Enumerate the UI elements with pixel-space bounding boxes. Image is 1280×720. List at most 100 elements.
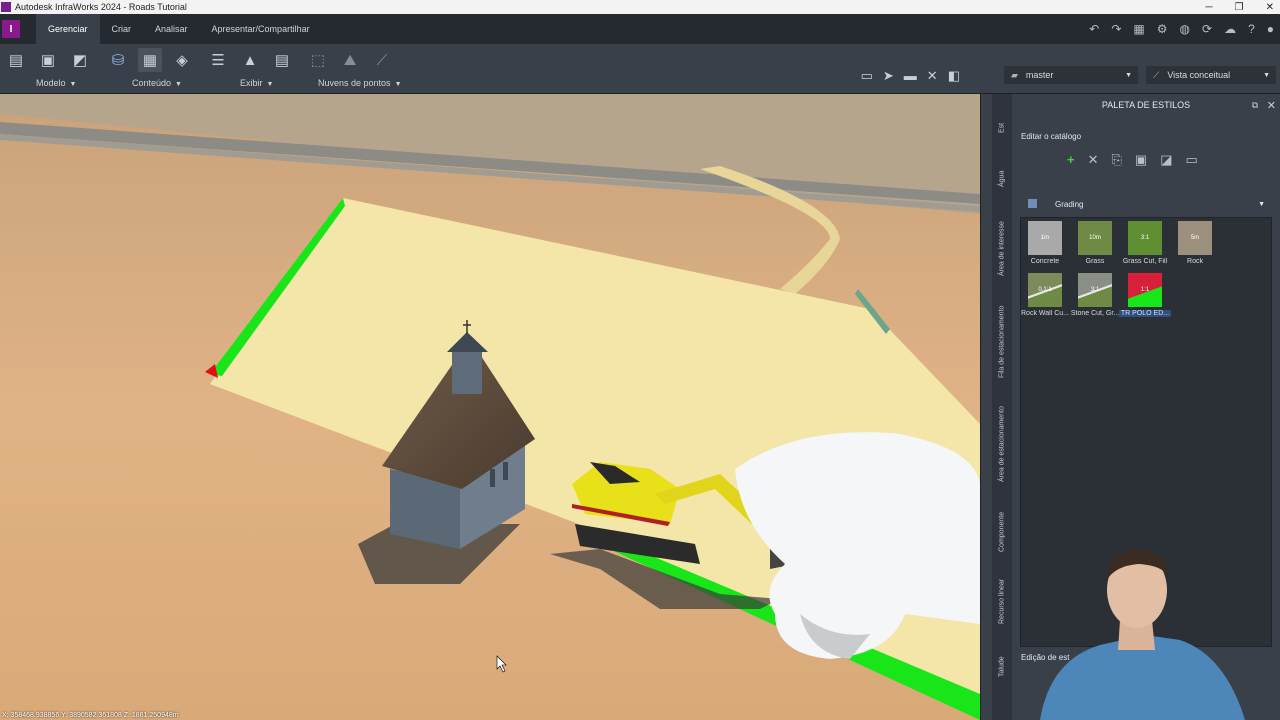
view-presentation-icon[interactable]: ▭ [861,68,873,84]
style-swatch[interactable]: 5m [1178,221,1212,255]
tab-criar[interactable]: Criar [100,14,144,44]
proposal-icon: ▰ [1011,69,1018,80]
measure-icon[interactable]: ▬ [904,68,917,84]
model-data-icon[interactable]: ▤ [4,48,28,72]
edit-catalog-heading: Editar o catálogo [1021,132,1082,141]
delete-style-icon[interactable]: ✕ [1088,152,1099,168]
group-exibir-label: Exibir [240,78,263,88]
ribbon-tab-bar: I Gerenciar Criar Analisar Apresentar/Co… [0,14,1280,44]
style-swatch[interactable]: 3:1 [1078,273,1112,307]
undock-icon[interactable]: ⧉ [1252,100,1258,111]
add-style-icon[interactable]: + [1067,152,1075,168]
restore-button[interactable]: ❐ [1235,2,1244,13]
tab-analisar[interactable]: Analisar [143,14,200,44]
presenter-webcam [1020,540,1280,720]
style-category-icon [1028,199,1037,208]
style-swatch-tag: 10m [1089,235,1101,241]
side-tab-area-de-estacionamento[interactable]: Área de estacionamento [992,399,1012,489]
proposal-dropdown[interactable]: ▰ master ▼ [1004,66,1138,84]
style-swatch-tag: 3:1 [1090,287,1100,293]
side-tab-componente[interactable]: Componente [992,506,1012,558]
palette-splitter[interactable] [980,94,992,720]
group-modelo-label: Modelo [36,78,66,88]
style-swatch-tag: 1:1 [1140,287,1150,293]
style-swatch-tag: 0.1:1 [1038,287,1052,293]
point-cloud-create-icon[interactable]: ⬚ [306,48,330,72]
chevron-down-icon: ▼ [1125,71,1132,79]
infraworks-logo-button[interactable]: I [2,20,20,38]
ribbon-panel: ▤ ▣ ◩ Modelo ▼ ⛁ ▦ ◈ Conteúdo ▼ ☰ ▲ ▤ Exib… [0,44,1280,94]
redo-icon[interactable]: ↷ [1111,22,1121,36]
chevron-down-icon: ▼ [266,81,274,88]
settings-gear-icon[interactable]: ⚙ [1157,22,1168,36]
window-title: Autodesk InfraWorks 2024 - Roads Tutoria… [15,2,187,12]
crosshair-icon[interactable]: ✕ [927,68,938,84]
side-tab-area-de-interesse[interactable]: Área de interesse [992,214,1012,284]
list-view-icon[interactable]: ▤ [270,48,294,72]
side-tab-fila-de-estacionamento[interactable]: Fila de estacionamento [992,299,1012,384]
group-exibir[interactable]: Exibir ▼ [240,78,273,88]
style-swatch-label: TR POLO ED... [1119,310,1171,317]
style-category-dropdown[interactable]: Grading ▼ [1049,195,1269,213]
style-swatch[interactable]: 1:1 [1128,273,1162,307]
point-cloud-extract-icon[interactable]: ⟋ [370,48,394,72]
import-style-icon[interactable]: ◪ [1160,152,1172,168]
model-builder-icon[interactable]: ◈ [170,48,194,72]
scene-render [0,94,980,720]
side-tab-est[interactable]: Est [992,118,1012,138]
3d-viewport[interactable]: X: 358468.938856 Y: 3890582.361808 Z: 18… [0,94,980,720]
group-conteudo[interactable]: Conteúdo ▼ [132,78,182,88]
style-swatch-label: Grass [1085,258,1105,265]
group-modelo[interactable]: Modelo ▼ [36,78,76,88]
palette-header: PALETA DE ESTILOS ⧉ ✕ [1012,94,1280,116]
save-style-icon[interactable]: ▣ [1135,152,1147,168]
side-tab-agua[interactable]: Água [992,164,1012,194]
section-icon[interactable]: ◧ [948,68,960,84]
close-icon[interactable]: ✕ [1267,99,1276,112]
style-swatch[interactable]: 3:1 [1128,221,1162,255]
side-tab-recurso-linear[interactable]: Recurso linear [992,574,1012,629]
chevron-down-icon: ▼ [1263,71,1270,79]
select-cursor-icon[interactable]: ➤ [883,68,894,84]
chevron-down-icon: ▼ [1258,200,1265,208]
sync-icon[interactable]: ⟳ [1202,22,1212,36]
globe-icon[interactable]: ◍ [1180,22,1190,36]
side-tab-talude[interactable]: Talude [992,652,1012,682]
tab-gerenciar[interactable]: Gerenciar [36,14,100,44]
bell-tower [452,349,482,394]
group-nuvens-label: Nuvens de pontos [318,78,391,88]
style-swatch-tag: 5m [1190,235,1200,241]
style-palette-icon[interactable]: ▦ [138,48,162,72]
proposal-value: master [1025,70,1054,80]
palette-side-tabs: Est Água Área de interesse Fila de estac… [992,94,1012,720]
point-cloud-terrain-icon[interactable]: ⛰ [338,48,362,72]
cloud-icon[interactable]: ☁ [1224,22,1236,36]
terrain-icon[interactable]: ▲ [238,48,262,72]
presenter-image [1040,549,1245,720]
copy-style-icon[interactable]: ⎘ [1112,152,1122,168]
data-sources-icon[interactable]: ⛁ [106,48,130,72]
title-bar: Autodesk InfraWorks 2024 - Roads Tutoria… [0,0,1280,14]
visual-style-value: Vista conceitual [1167,70,1231,80]
close-window-button[interactable]: ✕ [1266,2,1274,13]
undo-icon[interactable]: ↶ [1089,22,1099,36]
visual-style-icon: ⟋ [1153,69,1160,80]
help-icon[interactable]: ? [1248,22,1255,36]
style-swatch[interactable]: 0.1:1 [1028,273,1062,307]
minimize-button[interactable]: ─ [1206,2,1213,13]
coordinates-readout: X: 358468.938856 Y: 3890582.361808 Z: 18… [2,712,179,719]
model-open-icon[interactable]: ◩ [68,48,92,72]
style-swatch-label: Rock Wall Cu... [1021,310,1069,317]
tab-apresentar[interactable]: Apresentar/Compartilhar [200,14,322,44]
user-avatar-icon[interactable]: ● [1267,22,1274,36]
style-swatch-label: Rock [1187,258,1203,265]
layers-icon[interactable]: ☰ [206,48,230,72]
style-swatch[interactable]: 1m [1028,221,1062,255]
group-nuvens-de-pontos[interactable]: Nuvens de pontos ▼ [318,78,402,88]
grid-icon[interactable]: ▦ [1133,22,1144,36]
visual-style-dropdown[interactable]: ⟋ Vista conceitual ▼ [1146,66,1276,84]
export-style-icon[interactable]: ▭ [1186,152,1198,168]
style-swatch[interactable]: 10m [1078,221,1112,255]
palette-title: PALETA DE ESTILOS [1101,100,1191,110]
model-properties-icon[interactable]: ▣ [36,48,60,72]
